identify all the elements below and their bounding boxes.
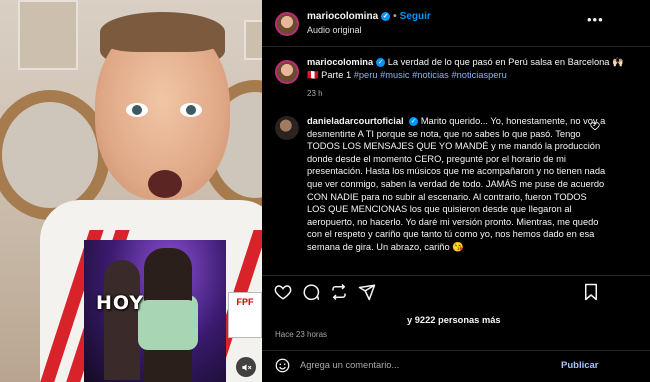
divider [262, 46, 650, 47]
save-bookmark-icon[interactable] [582, 283, 600, 301]
author-avatar[interactable] [275, 12, 299, 36]
caption-author-avatar[interactable] [275, 60, 299, 84]
like-comment-icon[interactable] [590, 121, 600, 131]
inset-clip: HOY [84, 240, 226, 382]
hashtag-link[interactable]: #music [380, 70, 409, 80]
post-actions [262, 283, 650, 305]
verified-icon: ✓ [409, 117, 419, 127]
share-send-icon[interactable] [358, 283, 376, 301]
fpf-badge: FPF [228, 292, 262, 338]
like-heart-icon[interactable] [274, 283, 292, 301]
hashtag-link[interactable]: #noticias [412, 70, 449, 80]
mute-button[interactable] [236, 357, 256, 377]
post-timestamp: Hace 23 horas [275, 330, 328, 339]
verified-icon: ✓ [376, 58, 386, 68]
likes-count[interactable]: y 9222 personas más [407, 315, 501, 325]
verified-icon: ✓ [381, 11, 391, 21]
follow-button[interactable]: Seguir [400, 11, 431, 22]
add-comment-bar: Publicar [262, 352, 650, 382]
comment-body: danieladarcourtoficial ✓ Marito querido.… [307, 115, 607, 254]
post-video[interactable]: FPF HOY [0, 0, 262, 382]
wall-frame [244, 20, 262, 60]
speaker-muted-icon [241, 363, 251, 371]
wall-frame [18, 0, 78, 70]
comment-input[interactable] [300, 360, 540, 370]
emoji-icon[interactable] [275, 358, 290, 373]
eye [180, 103, 202, 117]
caption-timestamp: 23 h [307, 89, 323, 98]
inset-caption: HOY [96, 292, 145, 314]
publish-button[interactable]: Publicar [561, 360, 599, 371]
more-options-icon[interactable]: ••• [587, 12, 604, 27]
comment-bubble-icon[interactable] [302, 283, 320, 301]
audio-link[interactable]: Audio original [307, 25, 362, 35]
caption-username[interactable]: mariocolomina [307, 57, 373, 67]
post-details-panel: mariocolomina ✓ • Seguir Audio original •••… [262, 0, 650, 382]
divider [262, 275, 650, 276]
author-username[interactable]: mariocolomina [307, 11, 378, 22]
comment-text: Marito querido... Yo, honestamente, no v… [307, 116, 606, 252]
repost-icon[interactable] [330, 283, 348, 301]
mouth [148, 170, 182, 198]
divider [262, 350, 650, 351]
eye [126, 103, 148, 117]
commenter-avatar[interactable] [275, 116, 299, 140]
hashtag-link[interactable]: #noticiasperu [451, 70, 506, 80]
hashtag-link[interactable]: #peru [354, 70, 378, 80]
post-header: mariocolomina ✓ • Seguir [307, 11, 431, 22]
commenter-username[interactable]: danieladarcourtoficial [307, 116, 404, 126]
post-caption: mariocolomina ✓ La verdad de lo que pasó … [307, 57, 624, 80]
separator-dot: • [393, 11, 397, 22]
